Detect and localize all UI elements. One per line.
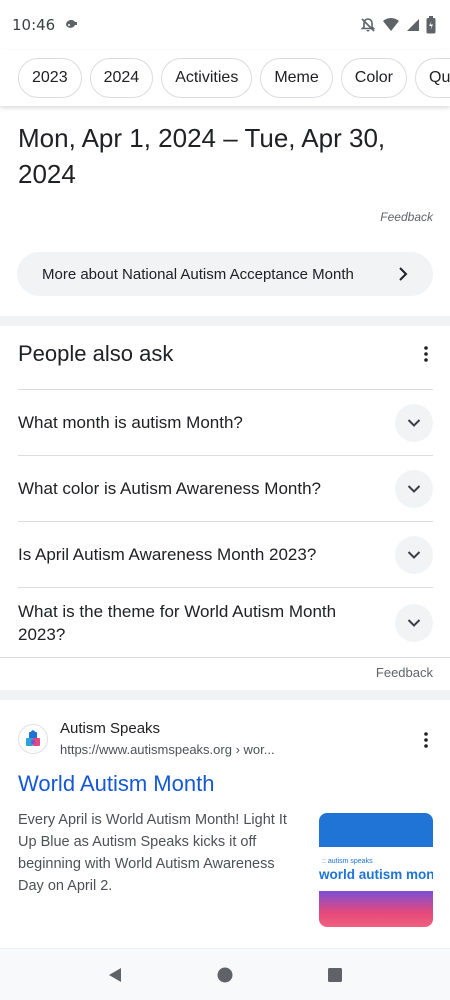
wifi-icon <box>382 17 400 33</box>
paa-question[interactable]: What color is Autism Awareness Month? <box>18 455 433 521</box>
status-time: 10:46 <box>12 16 56 34</box>
section-divider <box>0 316 450 326</box>
chevron-down-icon[interactable] <box>395 469 433 508</box>
puzzle-piece-icon <box>18 724 48 754</box>
thumbnail-headline-text: world autism mon <box>319 867 433 882</box>
filter-chips-row: 2023 2024 Activities Meme Color Quot <box>0 50 450 106</box>
system-nav-bar <box>0 948 450 1000</box>
chevron-down-icon[interactable] <box>395 403 433 442</box>
result-url[interactable]: https://www.autismspeaks.org › wor... <box>60 742 275 757</box>
thumbnail-gradient-band <box>319 891 433 927</box>
recents-icon[interactable] <box>320 960 350 990</box>
chip-quotes[interactable]: Quot <box>415 58 450 98</box>
chip-2024[interactable]: 2024 <box>89 58 154 98</box>
more-about-label: More about National Autism Acceptance Mo… <box>42 265 354 283</box>
bell-off-icon <box>360 17 376 33</box>
people-also-ask-title: People also ask <box>18 341 174 366</box>
feedback-link-paa[interactable]: Feedback <box>376 665 433 680</box>
result-snippet: Every April is World Autism Month! Light… <box>18 812 287 894</box>
chip-meme[interactable]: Meme <box>260 58 333 98</box>
paa-question-text: What month is autism Month? <box>18 413 243 432</box>
signal-icon <box>406 18 420 32</box>
home-icon[interactable] <box>210 960 240 990</box>
paa-question-text: Is April Autism Awareness Month 2023? <box>18 545 317 564</box>
assistant-icon <box>63 17 79 33</box>
paa-question-text: What color is Autism Awareness Month? <box>18 479 321 498</box>
chip-2023[interactable]: 2023 <box>18 58 82 98</box>
paa-question[interactable]: Is April Autism Awareness Month 2023? <box>18 521 433 587</box>
feedback-link-top[interactable]: Feedback <box>380 210 433 224</box>
paa-question[interactable]: What month is autism Month? <box>18 389 433 455</box>
paa-question-text: What is the theme for World Autism Month… <box>18 601 337 644</box>
result-site-name[interactable]: Autism Speaks <box>60 720 160 737</box>
status-bar: 10:46 <box>0 0 450 50</box>
result-thumbnail[interactable]: :: autism speaks world autism mon <box>319 813 433 927</box>
result-title-link[interactable]: World Autism Month <box>18 771 214 797</box>
chevron-down-icon[interactable] <box>395 535 433 574</box>
battery-icon <box>426 16 436 34</box>
chip-activities[interactable]: Activities <box>161 58 253 98</box>
thumbnail-brand-text: :: autism speaks <box>322 858 373 865</box>
paa-question[interactable]: What is the theme for World Autism Month… <box>18 587 433 657</box>
date-range-answer: Mon, Apr 1, 2024 – Tue, Apr 30, 2024 <box>18 123 386 189</box>
chevron-down-icon[interactable] <box>395 603 433 642</box>
thumbnail-blue-band <box>319 813 433 847</box>
status-right <box>360 16 436 34</box>
paa-bottom-divider <box>0 657 450 658</box>
more-vert-icon[interactable] <box>416 344 436 364</box>
more-about-button[interactable]: More about National Autism Acceptance Mo… <box>17 252 433 296</box>
chevron-right-icon <box>398 267 408 281</box>
more-vert-icon[interactable] <box>416 730 436 750</box>
section-divider <box>0 690 450 700</box>
status-left: 10:46 <box>12 16 79 34</box>
chip-color[interactable]: Color <box>340 58 407 98</box>
back-icon[interactable] <box>100 960 130 990</box>
